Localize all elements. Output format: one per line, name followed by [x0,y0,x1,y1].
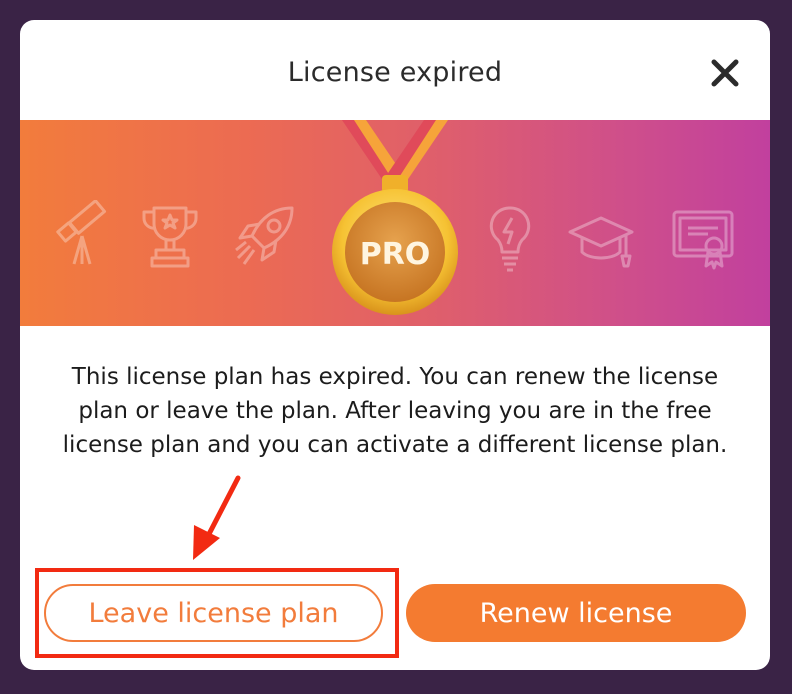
rocket-icon [235,206,294,265]
license-expired-dialog: License expired PRO This license plan ha… [20,20,770,670]
expiry-message: This license plan has expired. You can r… [62,364,728,458]
dialog-title: License expired [287,57,503,88]
certificate-icon [672,210,734,270]
dialog-header: License expired [20,20,770,120]
lightbulb-icon [489,206,531,272]
pro-banner: PRO [20,120,770,326]
trophy-icon [142,206,198,268]
pro-badge-label: PRO [360,237,431,272]
leave-license-plan-button[interactable]: Leave license plan [44,584,383,642]
telescope-icon [56,200,107,265]
close-icon[interactable] [710,58,740,88]
renew-license-button[interactable]: Renew license [406,584,746,642]
graduation-cap-icon [568,216,634,268]
medal-icon: PRO [332,120,458,315]
